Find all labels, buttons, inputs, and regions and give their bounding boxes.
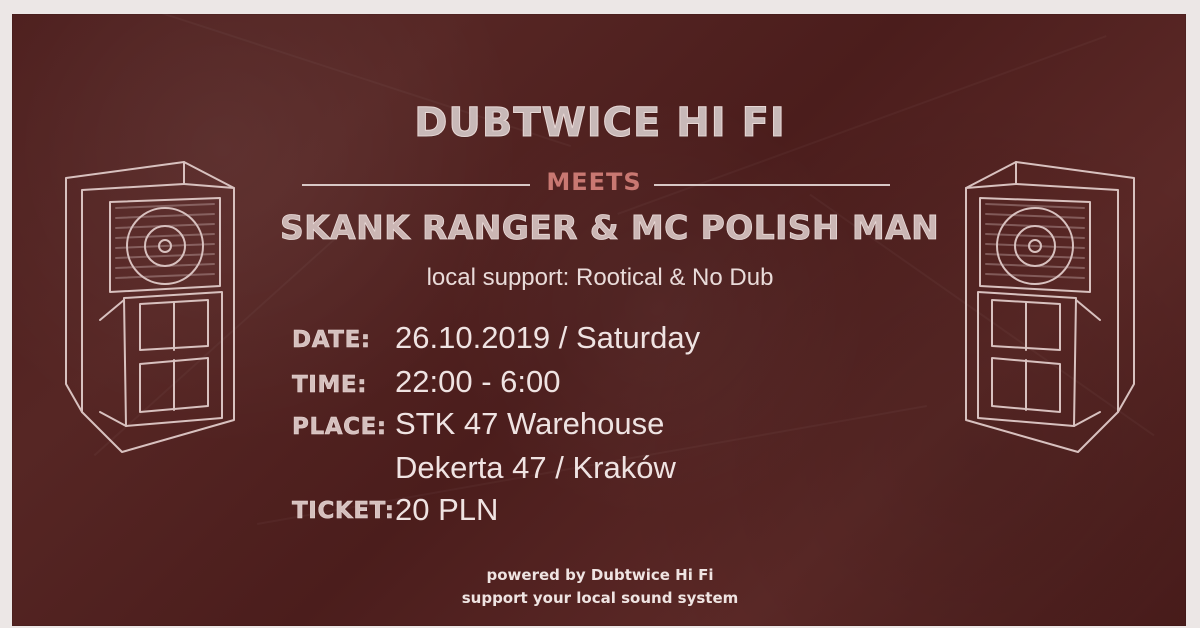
event-title: DUBTWICE HI FI: [414, 100, 786, 147]
ticket-value: 20 PLN: [395, 492, 499, 527]
headliner-title: SKANK RANGER & MC POLISH MAN: [280, 208, 940, 248]
ticket-label: TICKET:: [292, 498, 395, 525]
date-value: 26.10.2019 / Saturday: [395, 320, 701, 355]
meets-divider-right: [654, 184, 890, 186]
event-poster: DUBTWICE HI FI MEETS SKANK RANGER & MC P…: [0, 0, 1200, 628]
support-local-sound-system-text: support your local sound system: [461, 589, 739, 607]
date-label: DATE:: [292, 327, 371, 354]
powered-by-text: powered by Dubtwice Hi Fi: [486, 566, 714, 584]
place-value-line-2: Dekerta 47 / Kraków: [395, 450, 676, 485]
meets-divider-left: [302, 184, 530, 186]
place-label: PLACE:: [292, 414, 387, 441]
meets-label: MEETS: [546, 168, 642, 196]
speaker-right-icon: [965, 161, 1135, 453]
speaker-left-icon: [65, 161, 235, 453]
local-support-text: local support: Rootical & No Dub: [426, 264, 774, 291]
time-value: 22:00 - 6:00: [395, 364, 561, 399]
place-value-line-1: STK 47 Warehouse: [395, 406, 665, 441]
time-label: TIME:: [292, 372, 368, 399]
